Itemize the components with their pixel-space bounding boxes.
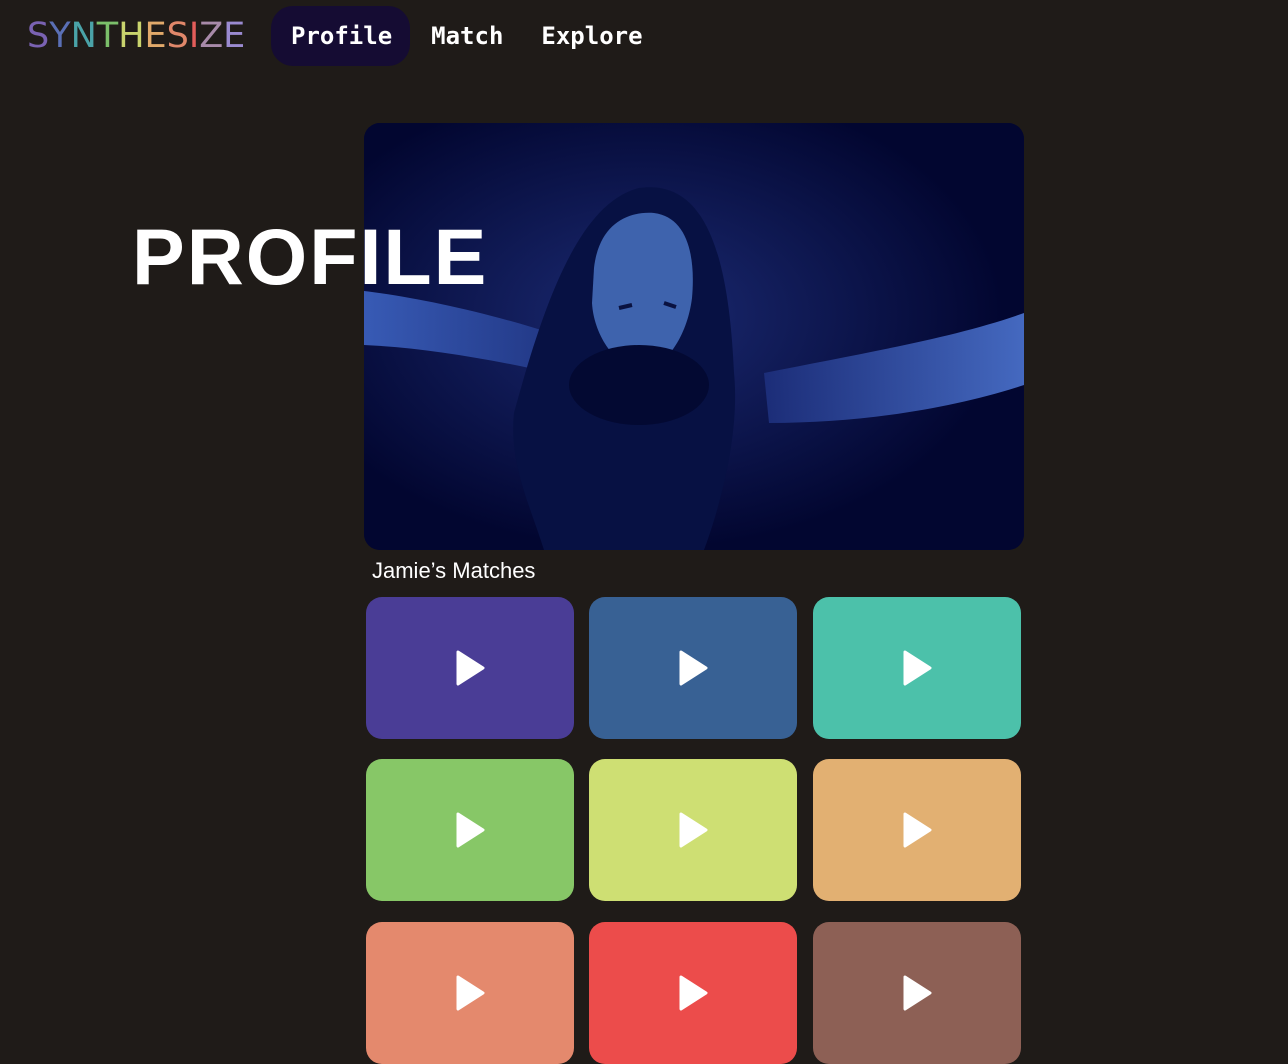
match-video-tile[interactable]: [589, 922, 797, 1064]
matches-heading: Jamie’s Matches: [372, 558, 536, 583]
match-video-tile[interactable]: [813, 922, 1021, 1064]
match-video-tile[interactable]: [366, 922, 574, 1064]
logo-letter: S: [166, 16, 189, 56]
logo-letter: S: [27, 16, 50, 56]
play-icon[interactable]: [678, 975, 708, 1011]
logo-letter: E: [223, 16, 246, 56]
play-icon[interactable]: [902, 975, 932, 1011]
nav-tab-explore[interactable]: Explore: [524, 6, 659, 66]
play-icon[interactable]: [902, 812, 932, 848]
play-icon[interactable]: [455, 812, 485, 848]
logo-letter: I: [188, 16, 200, 56]
logo-letter: N: [70, 16, 97, 56]
page-title: PROFILE: [132, 212, 489, 301]
play-icon[interactable]: [678, 812, 708, 848]
synthesize-logo[interactable]: SYNTHESIZE: [27, 16, 245, 56]
match-video-tile[interactable]: [813, 597, 1021, 739]
nav-tab-profile[interactable]: Profile: [271, 6, 411, 66]
logo-letter: E: [144, 16, 167, 56]
match-video-tile[interactable]: [366, 597, 574, 739]
match-video-tile[interactable]: [589, 759, 797, 901]
play-icon[interactable]: [678, 650, 708, 686]
match-video-tile[interactable]: [813, 759, 1021, 901]
logo-letter: Z: [199, 16, 224, 56]
match-video-tile[interactable]: [366, 759, 574, 901]
play-icon[interactable]: [902, 650, 932, 686]
play-icon[interactable]: [455, 975, 485, 1011]
profile-video-still: [364, 123, 1024, 550]
logo-letter: Y: [49, 16, 71, 56]
logo-letter: T: [96, 16, 119, 56]
nav-tab-match[interactable]: Match: [414, 6, 520, 66]
play-icon[interactable]: [455, 650, 485, 686]
top-nav: Profile Match Explore: [271, 6, 664, 66]
logo-letter: H: [118, 16, 145, 56]
profile-video[interactable]: [364, 123, 1024, 550]
match-video-tile[interactable]: [589, 597, 797, 739]
